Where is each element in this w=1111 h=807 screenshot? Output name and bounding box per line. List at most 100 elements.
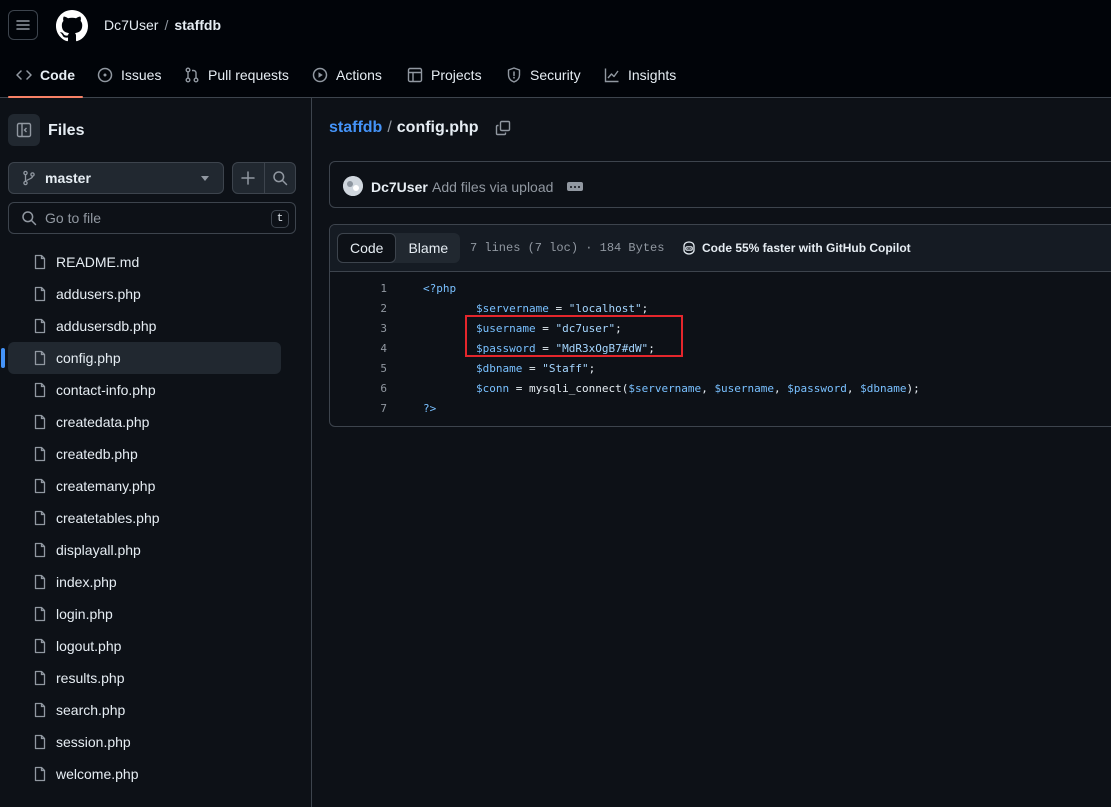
copy-icon <box>495 120 510 136</box>
code-token: = <box>522 362 543 375</box>
tab-pull-requests[interactable]: Pull requests <box>184 52 289 97</box>
tab-label: Security <box>530 66 581 83</box>
tab-code[interactable]: Code <box>8 52 83 98</box>
file-tree-item[interactable]: logout.php <box>8 630 281 662</box>
line-number[interactable]: 7 <box>330 399 387 419</box>
file-tree-item[interactable]: search.php <box>8 694 281 726</box>
file-tree-item[interactable]: session.php <box>8 726 281 758</box>
latest-commit-box: Dc7User Add files via upload <box>329 161 1111 208</box>
line-number[interactable]: 2 <box>330 299 387 319</box>
file-name: logout.php <box>56 638 122 654</box>
repo-owner-link[interactable]: Dc7User <box>104 17 158 33</box>
graph-icon <box>604 68 619 82</box>
file-tree-item[interactable]: addusersdb.php <box>8 310 281 342</box>
file-icon <box>32 734 48 750</box>
file-name: displayall.php <box>56 542 141 558</box>
file-tree-item[interactable]: createmany.php <box>8 470 281 502</box>
file-name: contact-info.php <box>56 382 156 398</box>
file-tree-item[interactable]: welcome.php <box>8 758 281 790</box>
copy-path-button[interactable] <box>495 120 511 136</box>
avatar[interactable] <box>343 176 363 196</box>
commit-author-link[interactable]: Dc7User <box>371 179 428 195</box>
code-content: <?php <box>423 279 456 299</box>
plus-icon <box>241 171 255 185</box>
code-line[interactable]: 7 ?> <box>330 399 1111 419</box>
file-icon <box>32 638 48 654</box>
file-icon <box>32 414 48 430</box>
file-name: search.php <box>56 702 126 718</box>
file-name: results.php <box>56 670 125 686</box>
code-line[interactable]: 5 $dbname = "Staff"; <box>330 359 1111 379</box>
tab-actions[interactable]: Actions <box>312 52 382 97</box>
tab-security[interactable]: Security <box>506 52 581 97</box>
code-token: $password <box>787 382 847 395</box>
menu-button[interactable] <box>8 10 38 40</box>
search-icon <box>273 171 287 186</box>
github-logo-icon[interactable] <box>56 10 88 42</box>
file-tree-item[interactable]: README.md <box>8 246 281 278</box>
tab-label: Insights <box>628 66 677 83</box>
file-icon <box>32 510 48 526</box>
code-token: , <box>774 382 788 395</box>
file-tree-item[interactable]: createdb.php <box>8 438 281 470</box>
line-number[interactable]: 3 <box>330 319 387 339</box>
file-name: welcome.php <box>56 766 139 782</box>
add-file-button[interactable] <box>233 163 264 193</box>
file-tree-item[interactable]: displayall.php <box>8 534 281 566</box>
collapse-sidebar-button[interactable] <box>8 114 40 146</box>
file-tree-item[interactable]: contact-info.php <box>8 374 281 406</box>
code-token: ; <box>588 362 596 375</box>
line-number[interactable]: 6 <box>330 379 387 399</box>
tab-issues[interactable]: Issues <box>97 52 161 97</box>
keyboard-shortcut-hint: t <box>271 210 289 228</box>
file-tree-item[interactable]: results.php <box>8 662 281 694</box>
file-icon <box>32 606 48 622</box>
go-to-file-input[interactable]: Go to file t <box>8 202 296 234</box>
code-view-button[interactable]: Code <box>337 233 397 263</box>
repo-name-link[interactable]: staffdb <box>174 17 221 33</box>
file-tree-item[interactable]: createdata.php <box>8 406 281 438</box>
shield-icon <box>507 66 521 83</box>
tab-insights[interactable]: Insights <box>604 52 676 97</box>
code-line[interactable]: 6 $conn = mysqli_connect($servername, $u… <box>330 379 1111 399</box>
ellipsis-icon[interactable] <box>567 182 583 191</box>
file-tree-sidebar: Files master Go to file t README.md addus… <box>0 98 312 807</box>
file-icon <box>32 254 48 270</box>
code-token: $servername <box>475 302 549 315</box>
blame-view-button[interactable]: Blame <box>396 233 460 263</box>
repo-root-link[interactable]: staffdb <box>329 119 382 137</box>
branch-selector[interactable]: master <box>8 162 224 194</box>
line-number[interactable]: 4 <box>330 339 387 359</box>
file-tree-item[interactable]: createtables.php <box>8 502 281 534</box>
code-line[interactable]: 2 $servername = "localhost"; <box>330 299 1111 319</box>
file-tree-item[interactable]: login.php <box>8 598 281 630</box>
copilot-promo-link[interactable]: Code 55% faster with GitHub Copilot <box>681 240 911 256</box>
code-line[interactable]: 3 $username = "dc7user"; <box>330 319 1111 339</box>
file-tree: README.md addusers.php addusersdb.php confi… <box>1 246 281 790</box>
file-tree-item[interactable]: addusers.php <box>8 278 281 310</box>
commit-message-link[interactable]: Add files via upload <box>432 179 553 195</box>
tab-projects[interactable]: Projects <box>407 52 482 97</box>
code-viewer-header: Code Blame 7 lines (7 loc) · 184 Bytes C… <box>330 225 1111 272</box>
file-tree-item[interactable]: index.php <box>8 566 281 598</box>
file-icon <box>32 702 48 718</box>
file-tree-item[interactable]: config.php <box>1 342 281 374</box>
line-number[interactable]: 1 <box>330 279 387 299</box>
code-token: $dbname <box>475 362 523 375</box>
play-icon <box>312 67 328 82</box>
tab-label: Projects <box>431 66 482 83</box>
file-icon <box>32 286 48 302</box>
search-code-button[interactable] <box>263 163 296 193</box>
code-line[interactable]: 4 $password = "MdR3xOgB7#dW"; <box>330 339 1111 359</box>
code-token: , <box>846 382 861 395</box>
file-name: addusersdb.php <box>56 318 157 334</box>
code-token: "localhost" <box>568 302 642 315</box>
code-line[interactable]: 1 <?php <box>330 279 1111 299</box>
copilot-icon <box>683 241 695 255</box>
file-actions-group <box>232 162 296 194</box>
copilot-promo-text: Code 55% faster with GitHub Copilot <box>702 241 911 255</box>
code-token: , <box>701 382 715 395</box>
breadcrumb-separator: / <box>164 17 169 33</box>
line-number[interactable]: 5 <box>330 359 387 379</box>
code-content: $dbname = "Staff"; <box>423 359 595 379</box>
